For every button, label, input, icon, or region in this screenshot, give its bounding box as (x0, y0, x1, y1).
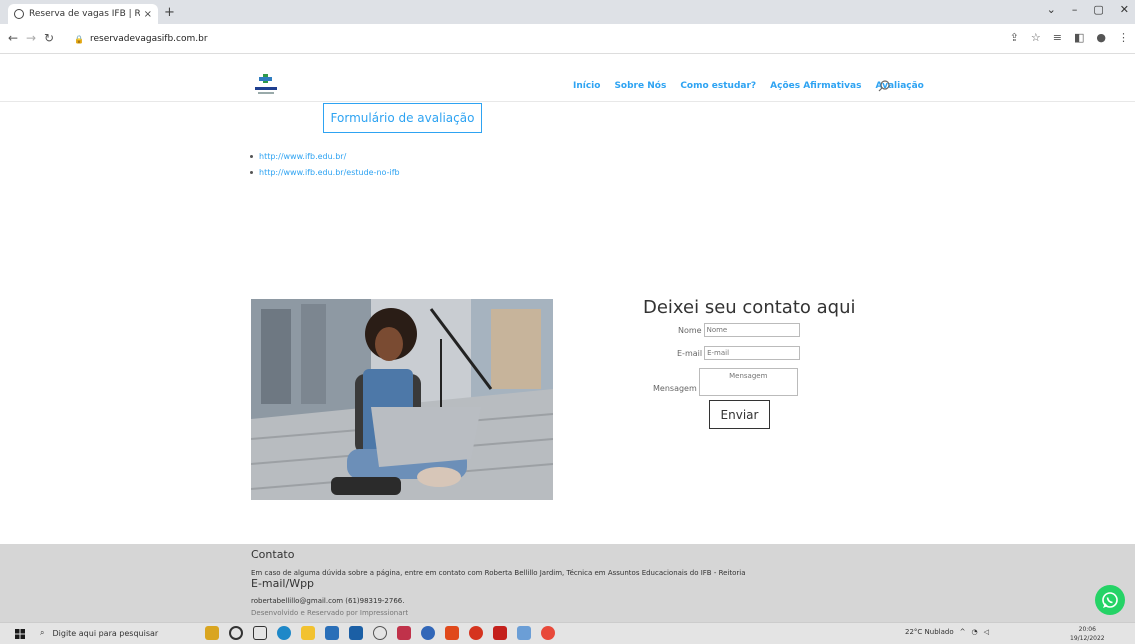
store-icon[interactable] (325, 626, 339, 640)
email-row: E-mail (677, 346, 801, 360)
mail-icon[interactable] (349, 626, 363, 640)
tray-chevron-icon[interactable]: ^ (960, 628, 966, 636)
minimize-button[interactable]: – (1072, 3, 1078, 16)
browser-tab[interactable]: Reserva de vagas IFB | Reser × (8, 4, 158, 24)
site-header: Início Sobre Nós Como estudar? Ações Afi… (0, 54, 1135, 102)
clock[interactable]: 20:06 19/12/2022 (1070, 625, 1105, 643)
footer-credit: Desenvolvido e Reservado por Impressiona… (251, 609, 409, 617)
student-laptop-photo (251, 299, 553, 500)
windows-start-icon[interactable] (15, 629, 25, 639)
browser-toolbar: ← → ↻ 🔒 reservadevagasifb.com.br ⇪ ☆ ≡ ◧… (0, 24, 1135, 54)
message-label: Mensagem (653, 384, 697, 393)
submit-button[interactable]: Enviar (709, 400, 770, 429)
whatsapp-icon (1102, 592, 1118, 608)
app-icon[interactable] (421, 626, 435, 640)
site-footer: Contato Em caso de alguma dúvida sobre a… (0, 544, 1135, 622)
system-tray: 22°C Nublado ^ ◔ ◁ (905, 628, 989, 636)
link-list: http://www.ifb.edu.br/ http://www.ifb.ed… (250, 152, 400, 184)
ifb-link[interactable]: http://www.ifb.edu.br/ (259, 152, 346, 161)
list-item: http://www.ifb.edu.br/estude-no-ifb (250, 168, 400, 177)
nav-acoes-afirmativas[interactable]: Ações Afirmativas (770, 81, 861, 91)
forward-arrow-icon[interactable]: → (26, 31, 36, 45)
browser-tabbar: Reserva de vagas IFB | Reser × + ⌄ – ▢ ✕ (0, 0, 1135, 24)
list-item: http://www.ifb.edu.br/ (250, 152, 400, 161)
os-taskbar: ⌕ Digite aqui para pesquisar 22°C Nublad… (0, 622, 1135, 644)
message-field[interactable] (698, 368, 798, 396)
taskbar-apps (205, 626, 555, 640)
chrome-icon[interactable] (541, 626, 555, 640)
clock-date: 19/12/2022 (1070, 635, 1105, 642)
settings-icon[interactable] (373, 626, 387, 640)
share-icon[interactable]: ⇪ (1010, 31, 1019, 44)
tab-title: Reserva de vagas IFB | Reser (29, 9, 140, 19)
file-explorer-icon[interactable] (301, 626, 315, 640)
lock-icon: 🔒 (74, 34, 84, 44)
nav-inicio[interactable]: Início (573, 81, 600, 91)
menu-kebab-icon[interactable]: ⋮ (1118, 31, 1129, 44)
name-row: Nome (678, 323, 800, 337)
edge-icon[interactable] (277, 626, 291, 640)
bullet-icon (250, 171, 253, 174)
mcafee-icon[interactable] (397, 626, 411, 640)
clock-time: 20:06 (1078, 626, 1096, 633)
new-tab-button[interactable]: + (164, 5, 175, 20)
email-field[interactable] (704, 346, 801, 360)
reload-icon[interactable]: ↻ (44, 31, 54, 45)
notepad-icon[interactable] (517, 626, 531, 640)
address-bar[interactable]: 🔒 reservadevagasifb.com.br (74, 29, 1014, 49)
pdf-reader-icon[interactable] (493, 626, 507, 640)
close-window-button[interactable]: ✕ (1120, 3, 1129, 16)
maximize-button[interactable]: ▢ (1093, 3, 1103, 16)
main-nav: Início Sobre Nós Como estudar? Ações Afi… (573, 81, 924, 91)
taskbar-search-text: Digite aqui para pesquisar (52, 628, 159, 638)
message-row: Mensagem (653, 368, 798, 396)
search-icon[interactable] (878, 80, 890, 92)
contact-form-title: Deixei seu contato aqui (643, 297, 856, 318)
volume-icon[interactable]: ◁ (984, 628, 989, 636)
network-icon[interactable]: ◔ (971, 628, 977, 636)
site-logo[interactable] (252, 72, 280, 98)
footer-contact-text: Em caso de alguma dúvida sobre a página,… (251, 569, 746, 577)
browser-tools: ⇪ ☆ ≡ ◧ ● ⋮ (1010, 31, 1129, 44)
menorah-widget-icon[interactable] (205, 626, 219, 640)
tab-search-icon[interactable]: ⌄ (1047, 3, 1056, 16)
footer-email-text: robertabellillo@gmail.com (61)98319-2766… (251, 597, 405, 605)
name-label: Nome (678, 325, 702, 335)
cortana-icon[interactable] (229, 626, 243, 640)
task-view-icon[interactable] (253, 626, 267, 640)
back-arrow-icon[interactable]: ← (8, 31, 18, 45)
nav-sobre-nos[interactable]: Sobre Nós (614, 81, 666, 91)
name-field[interactable] (703, 323, 800, 337)
url-text: reservadevagasifb.com.br (89, 34, 208, 44)
footer-contact-heading: Contato (251, 548, 295, 561)
bookmark-star-icon[interactable]: ☆ (1031, 31, 1041, 44)
window-controls: ⌄ – ▢ ✕ (1047, 3, 1129, 16)
whatsapp-button[interactable] (1095, 585, 1125, 615)
search-icon: ⌕ (40, 628, 45, 637)
taskbar-search[interactable]: ⌕ Digite aqui para pesquisar (40, 628, 158, 638)
tab-close-icon[interactable]: × (144, 9, 152, 20)
evaluation-form-button[interactable]: Formulário de avaliação (323, 103, 482, 133)
site-favicon-icon (14, 9, 24, 19)
footer-email-heading: E-mail/Wpp (251, 577, 315, 590)
weather-text[interactable]: 22°C Nublado (905, 628, 954, 636)
side-panel-icon[interactable]: ◧ (1074, 31, 1084, 44)
bullet-icon (250, 155, 253, 158)
email-label: E-mail (677, 348, 703, 358)
reading-list-icon[interactable]: ≡ (1053, 31, 1062, 44)
opera-icon[interactable] (469, 626, 483, 640)
estude-link[interactable]: http://www.ifb.edu.br/estude-no-ifb (259, 168, 400, 177)
profile-avatar[interactable]: ● (1096, 31, 1106, 44)
office-icon[interactable] (445, 626, 459, 640)
nav-como-estudar[interactable]: Como estudar? (680, 81, 756, 91)
